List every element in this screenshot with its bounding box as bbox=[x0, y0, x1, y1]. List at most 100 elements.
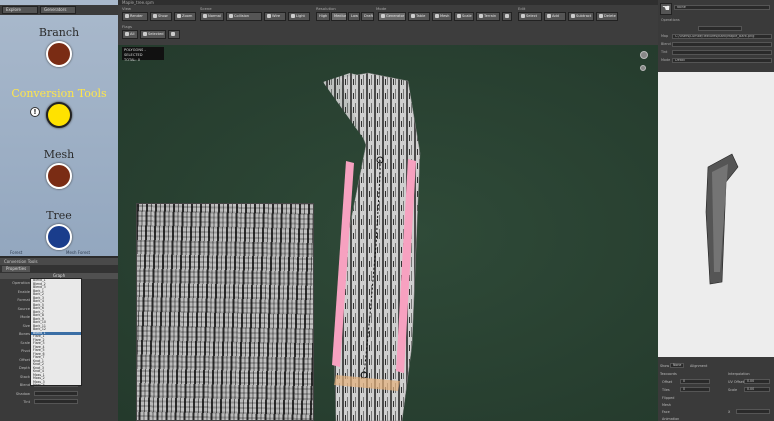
bark-texture-preview bbox=[136, 203, 314, 421]
node-branch[interactable]: Branch bbox=[0, 26, 118, 67]
warning-icon: ! bbox=[30, 107, 40, 117]
subtract-icon bbox=[571, 14, 575, 18]
wire-button[interactable]: Wire bbox=[264, 12, 286, 21]
menu-button[interactable] bbox=[502, 12, 512, 21]
show-button[interactable]: Show bbox=[150, 12, 172, 21]
resolution-draft-button[interactable]: Draft bbox=[361, 12, 374, 21]
map-path-field[interactable]: C:/Users/Lumbe/Textures/Bark/Maple_Bark.… bbox=[672, 34, 772, 39]
subtract-button[interactable]: Subtract bbox=[568, 12, 594, 21]
property-label: Tint bbox=[23, 400, 30, 404]
uv-settings-panel: Show None Alignment Texcoords Interpolat… bbox=[658, 360, 774, 421]
resolution-high-button[interactable]: High bbox=[316, 12, 330, 21]
texture-dropdown-list[interactable]: Blend_1 Blend_2 Blend_3 Bark_1 Bark_2 Bark_3 B… bbox=[30, 278, 82, 386]
mesh-preview-svg bbox=[705, 153, 739, 285]
tint-field[interactable] bbox=[672, 50, 772, 55]
scale-field[interactable]: 0.00 bbox=[744, 387, 770, 392]
property-label: Blend bbox=[19, 383, 30, 387]
material-select[interactable]: None bbox=[674, 5, 770, 10]
x-field[interactable] bbox=[736, 409, 770, 414]
resolution-medium-button[interactable]: Medium bbox=[331, 12, 347, 21]
property-label: Format bbox=[17, 298, 30, 302]
property-field[interactable] bbox=[34, 390, 78, 396]
property-label: Scale bbox=[20, 340, 30, 345]
node-tree-label: Tree bbox=[46, 209, 72, 222]
animation-label: Animation bbox=[662, 417, 680, 421]
node-mesh[interactable]: Mesh bbox=[0, 148, 118, 189]
properties-tabs: Properties bbox=[0, 265, 118, 273]
explore-button[interactable]: Explore bbox=[2, 6, 38, 14]
collision-button[interactable]: Collision bbox=[226, 12, 262, 21]
hand-icon[interactable]: ☚ bbox=[660, 3, 672, 15]
node-graph[interactable]: Explore Generators Branch Conversion Too… bbox=[0, 0, 118, 256]
mode-field[interactable]: Detail bbox=[672, 58, 772, 63]
tint-label: Tint bbox=[661, 50, 668, 54]
property-label: Size bbox=[22, 323, 30, 328]
tiles-field[interactable]: 0 bbox=[680, 387, 710, 392]
delete-button[interactable]: Delete bbox=[596, 12, 618, 21]
property-row: Shadow bbox=[0, 390, 118, 398]
texcoords-label: Texcoords bbox=[660, 372, 677, 376]
dropdown-option[interactable]: Moss_4 bbox=[31, 383, 81, 385]
flags-icon bbox=[125, 32, 129, 36]
group-resolution: Resolution bbox=[316, 6, 336, 11]
wire-icon bbox=[267, 14, 271, 18]
operations-section: Operations bbox=[661, 18, 680, 22]
properties-header: Conversion Tools bbox=[0, 258, 118, 265]
collision-icon bbox=[229, 14, 233, 18]
generator-icon bbox=[381, 14, 385, 18]
map-label: Map bbox=[661, 34, 669, 38]
table-mode-button[interactable]: Table bbox=[408, 12, 430, 21]
branch-icon bbox=[46, 41, 72, 67]
property-label: Mode bbox=[20, 315, 30, 319]
uv-offset-field[interactable]: 0.00 bbox=[744, 379, 770, 384]
flags-all-button[interactable]: All bbox=[122, 30, 138, 39]
select-button[interactable]: Select bbox=[518, 12, 542, 21]
property-field[interactable] bbox=[34, 399, 78, 404]
menu-row: Maple_tree.spm bbox=[118, 0, 658, 5]
generators-button[interactable]: Generators bbox=[40, 6, 76, 14]
flags-extra-button[interactable] bbox=[168, 30, 180, 39]
zoom-icon bbox=[177, 14, 181, 18]
light-button[interactable]: Light bbox=[288, 12, 310, 21]
node-branch-label: Branch bbox=[38, 26, 80, 39]
mesh-icon bbox=[435, 14, 439, 18]
show-select[interactable]: None bbox=[670, 363, 684, 368]
camera-icon bbox=[171, 32, 175, 36]
terrain-mode-button[interactable]: Terrain bbox=[476, 12, 500, 21]
normal-icon bbox=[203, 14, 207, 18]
flags-label: Flags bbox=[122, 24, 132, 29]
group-view: View bbox=[122, 6, 132, 11]
add-button[interactable]: Add bbox=[544, 12, 566, 21]
flags-selected-button[interactable]: Selected bbox=[140, 30, 166, 39]
x-label: X bbox=[728, 410, 731, 414]
node-conversion-tools[interactable]: Conversion Tools ! bbox=[0, 87, 118, 128]
group-scene: Scene bbox=[200, 6, 212, 11]
generator-mode-button[interactable]: Generator bbox=[378, 12, 406, 21]
blend-label: Blend bbox=[661, 42, 671, 46]
scale-mode-button[interactable]: Scale bbox=[454, 12, 474, 21]
preset-field[interactable] bbox=[698, 26, 742, 31]
property-label: Bones bbox=[18, 332, 30, 336]
tab-properties[interactable]: Properties bbox=[2, 266, 31, 272]
render-icon bbox=[125, 14, 129, 18]
render-button[interactable]: Render bbox=[122, 12, 148, 21]
mesh-label: Mesh bbox=[662, 403, 671, 407]
mesh-preview[interactable] bbox=[658, 72, 774, 357]
zoom-button[interactable]: Zoom bbox=[174, 12, 196, 21]
normal-button[interactable]: Normal bbox=[200, 12, 224, 21]
mode-label: Mode bbox=[661, 58, 671, 62]
group-edit: Edit bbox=[518, 6, 526, 11]
add-icon bbox=[547, 14, 551, 18]
blend-field[interactable] bbox=[672, 42, 772, 47]
offset-field[interactable]: 0 bbox=[680, 379, 710, 384]
property-row: Tint bbox=[0, 399, 118, 406]
3d-viewport[interactable]: POLYGONS - SELECTED TOTAL: 0 bbox=[118, 45, 658, 421]
resolution-low-button[interactable]: Low bbox=[348, 12, 360, 21]
menu-icon bbox=[505, 14, 509, 18]
show-label: Show bbox=[660, 364, 670, 368]
right-panel: ☚ None Operations Map C:/Users/Lumbe/Tex… bbox=[658, 0, 774, 421]
tree-icon bbox=[46, 224, 72, 250]
uv-offset-label: UV Offset bbox=[728, 380, 745, 384]
node-tree[interactable]: Tree bbox=[0, 209, 118, 250]
mesh-mode-button[interactable]: Mesh bbox=[432, 12, 452, 21]
